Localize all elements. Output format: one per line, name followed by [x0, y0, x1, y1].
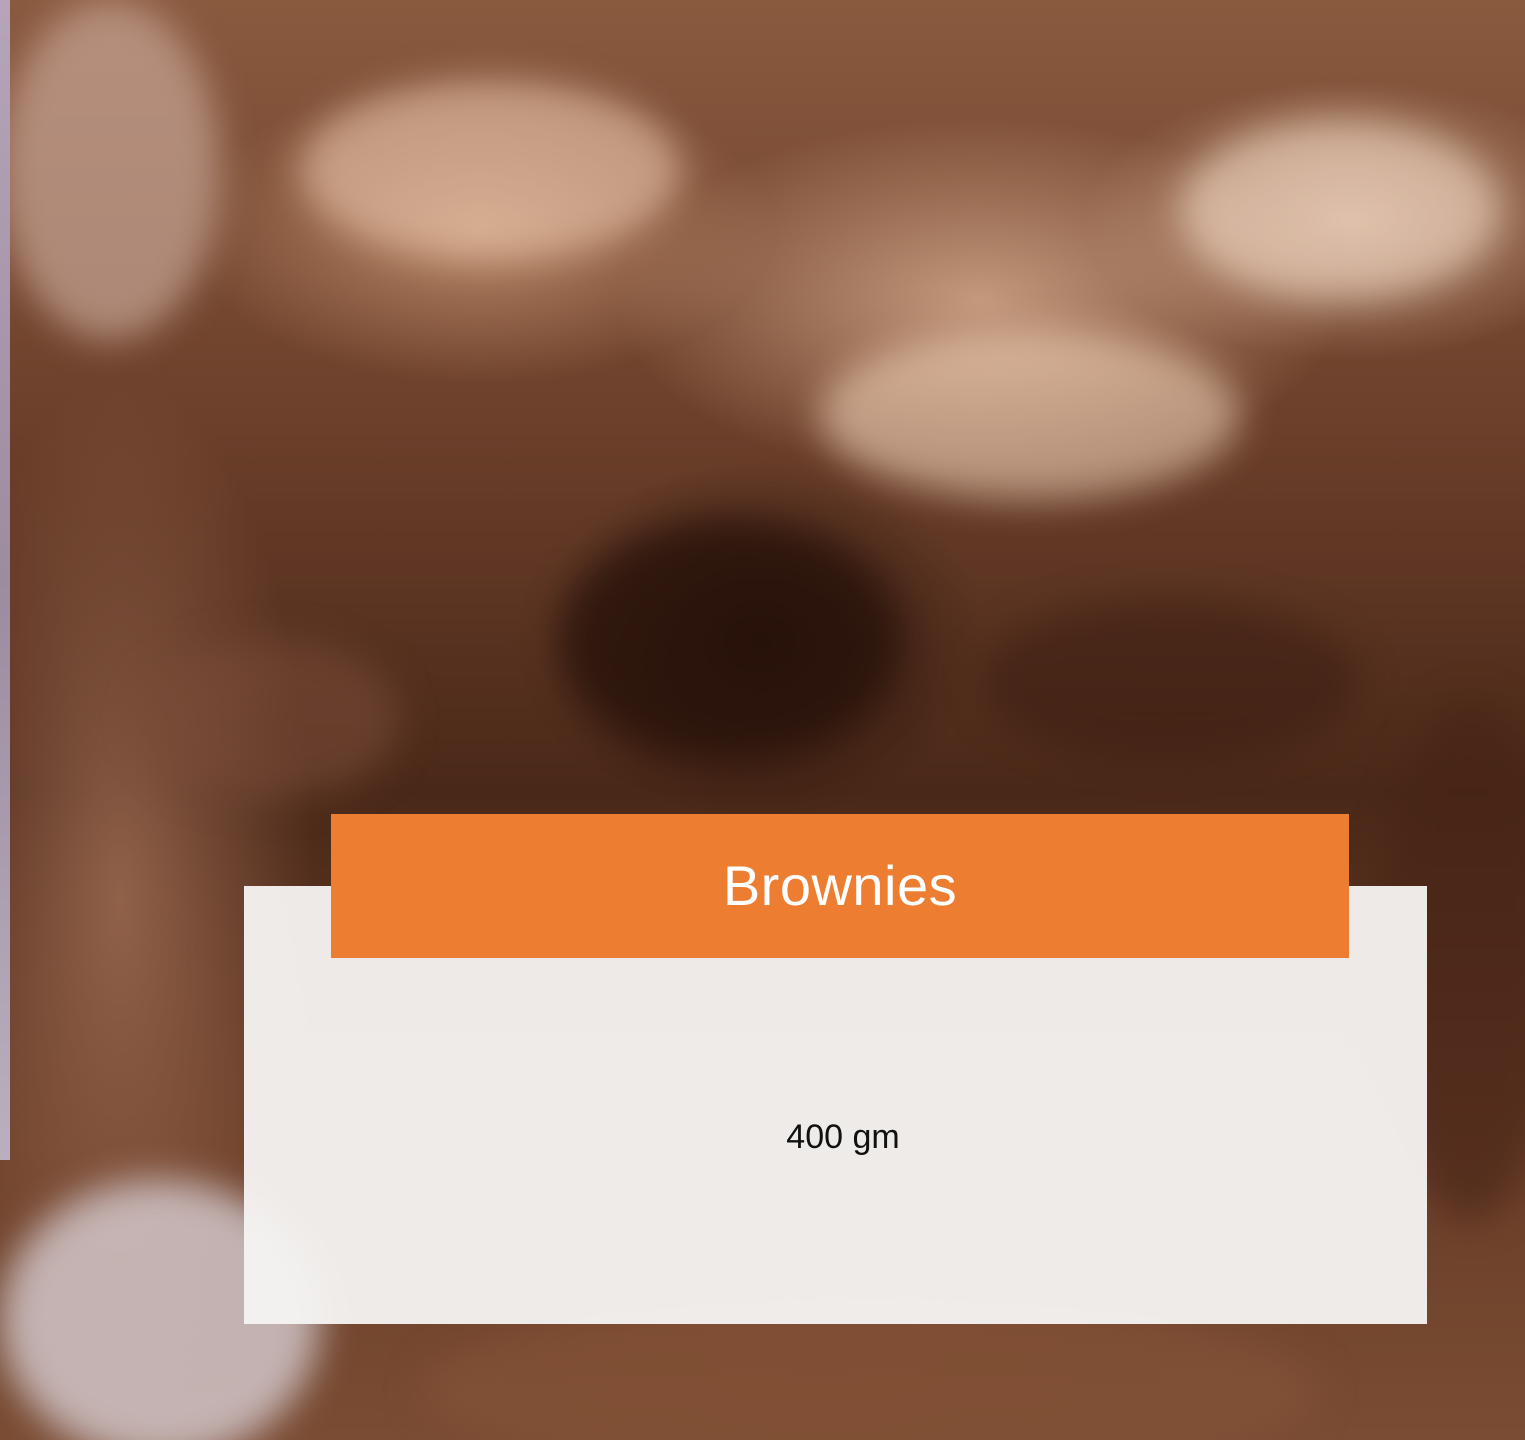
product-weight: 400 gm: [786, 1118, 900, 1156]
product-title: Brownies: [722, 854, 958, 917]
photo-highlight: [140, 640, 400, 800]
photo-highlight: [820, 330, 1240, 500]
photo-shadow: [560, 520, 900, 760]
photo-highlight: [300, 80, 680, 260]
photo-highlight: [1180, 120, 1500, 300]
left-edge-strip: [0, 0, 10, 1160]
product-title-bar: Brownies: [331, 814, 1349, 958]
photo-highlight: [0, 0, 220, 340]
photo-shadow: [980, 600, 1360, 760]
